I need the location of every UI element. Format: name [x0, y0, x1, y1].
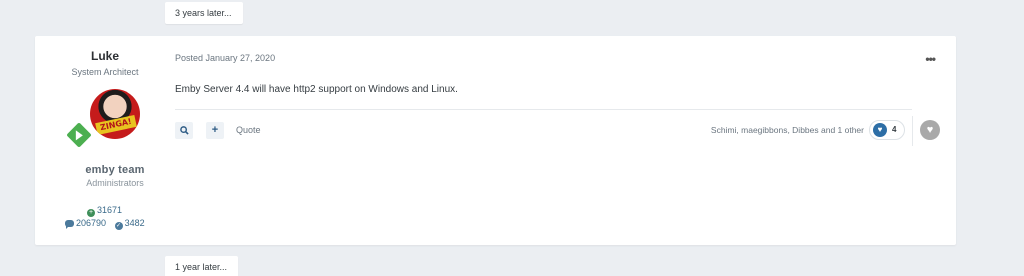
react-button[interactable]: ♥	[920, 120, 940, 140]
post-stats: 206790 ✓ 3482	[65, 218, 175, 230]
avatar-banner: ZINGA!	[95, 114, 137, 136]
search-button[interactable]	[175, 122, 193, 139]
author-panel: Luke System Architect ZINGA! emby team A…	[35, 36, 195, 245]
post-body: Emby Server 4.4 will have http2 support …	[175, 84, 458, 95]
time-gap-bottom: 1 year later...	[165, 256, 238, 276]
author-group-title: emby team	[85, 164, 145, 176]
forum-post: Luke System Architect ZINGA! emby team A…	[35, 36, 956, 245]
author-name[interactable]: Luke	[35, 49, 175, 63]
more-options-icon[interactable]: •••	[925, 52, 936, 66]
reputation-count: 31671	[97, 205, 123, 215]
post-count: 206790	[76, 218, 107, 228]
check-circle-icon: ✓	[114, 222, 123, 230]
time-gap-top: 3 years later...	[165, 2, 243, 24]
rank-badge-icon	[66, 122, 92, 148]
reactors-list[interactable]: Schimi, maegibbons, Dibbes and 1 other	[711, 125, 864, 135]
search-icon	[179, 126, 189, 135]
heart-icon: ♥	[926, 124, 934, 136]
reaction-count-badge[interactable]: ♥ 4	[869, 120, 905, 140]
solution-count: 3482	[124, 218, 145, 228]
reputation-stat: +31671	[87, 205, 147, 217]
multiquote-button[interactable]: +	[206, 122, 224, 139]
author-group-name: Administrators	[86, 178, 144, 188]
plus-icon: +	[211, 124, 219, 136]
reaction-divider	[912, 116, 913, 146]
plus-circle-icon: +	[87, 209, 95, 217]
reaction-count: 4	[892, 125, 897, 134]
author-title: System Architect	[71, 67, 139, 77]
post-date[interactable]: Posted January 27, 2020	[175, 53, 275, 63]
avatar[interactable]: ZINGA!	[90, 89, 140, 139]
heart-icon: ♥	[873, 123, 887, 137]
content-divider	[175, 109, 912, 110]
comment-icon	[65, 220, 74, 229]
quote-button[interactable]: Quote	[236, 125, 261, 135]
post-content: Posted January 27, 2020 ••• Emby Server …	[175, 36, 956, 245]
